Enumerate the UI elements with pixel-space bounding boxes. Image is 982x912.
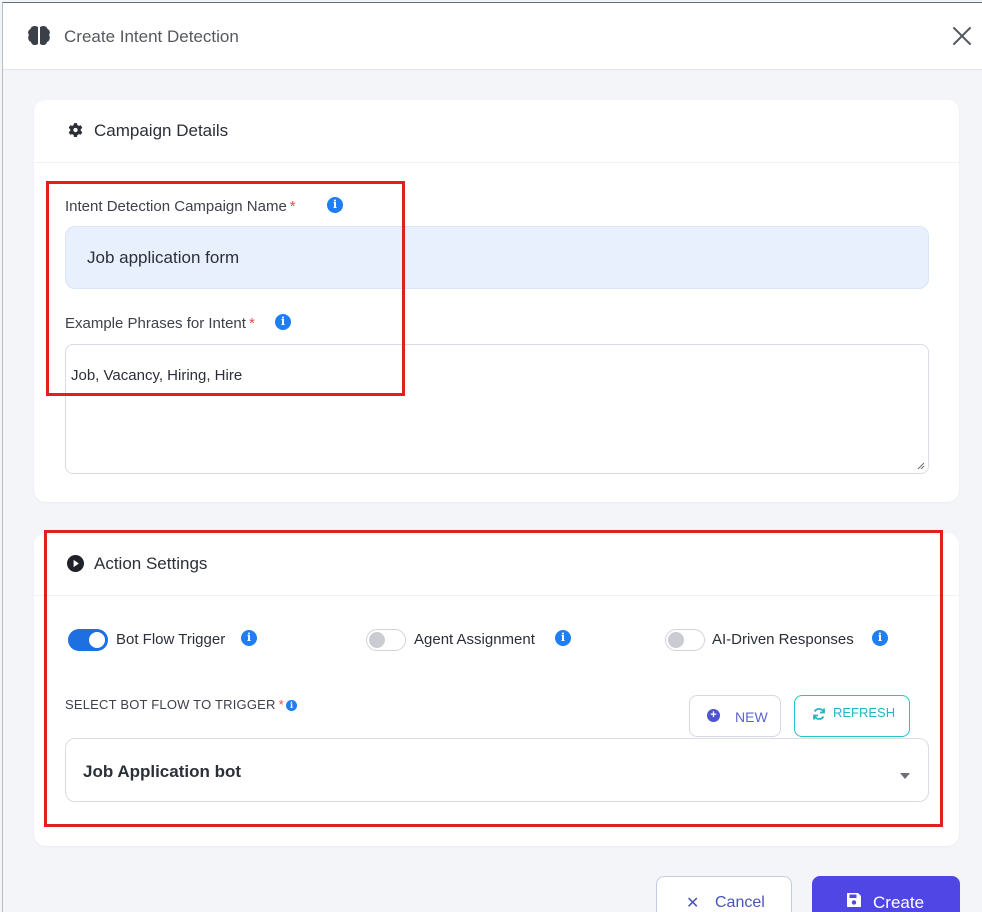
close-icon: ✕ [686, 895, 700, 912]
save-icon [847, 893, 861, 907]
create-button[interactable]: Create [812, 876, 960, 912]
chevron-down-icon [900, 773, 910, 779]
create-intent-modal: Create Intent Detection Campaign Details… [2, 2, 982, 912]
example-phrases-label-text: Example Phrases for Intent [65, 315, 246, 332]
bot-flow-trigger-toggle[interactable] [68, 629, 108, 651]
info-icon[interactable]: i [555, 630, 571, 646]
selected-bot-flow: Job Application bot [83, 762, 242, 781]
bot-flow-trigger-label: Bot Flow Trigger [116, 631, 226, 648]
refresh-button-label: REFRESH [833, 705, 896, 720]
info-icon[interactable]: i [275, 314, 291, 330]
info-icon[interactable]: i [241, 630, 257, 646]
cancel-button[interactable]: ✕ Cancel [656, 876, 792, 912]
refresh-button[interactable]: REFRESH [794, 695, 910, 737]
example-phrases-textarea[interactable]: Job, Vacancy, Hiring, Hire [65, 344, 929, 474]
bot-flow-select[interactable]: Job Application bot [65, 738, 929, 802]
refresh-icon [813, 708, 825, 720]
gear-icon [68, 123, 83, 137]
toggle-knob [89, 632, 105, 648]
modal-title: Create Intent Detection [64, 27, 239, 46]
select-bot-flow-label: SELECT BOT FLOW TO TRIGGER * [65, 697, 284, 712]
info-icon[interactable]: i [327, 197, 343, 213]
action-settings-card: Action Settings Bot Flow Trigger i Agent… [34, 533, 959, 846]
brain-icon [28, 25, 50, 46]
resize-handle-icon[interactable] [917, 462, 925, 470]
ai-driven-responses-label: AI-Driven Responses [712, 631, 854, 648]
agent-assignment-label: Agent Assignment [414, 631, 535, 648]
toggle-knob [668, 632, 684, 648]
action-settings-header: Action Settings [34, 533, 959, 596]
plus-circle-icon: + [707, 709, 720, 722]
campaign-name-label-text: Intent Detection Campaign Name [65, 198, 287, 215]
campaign-name-label: Intent Detection Campaign Name * [65, 198, 296, 215]
new-bot-flow-button[interactable]: + NEW [689, 695, 781, 737]
info-icon[interactable]: i [286, 700, 297, 711]
toggle-knob [369, 632, 385, 648]
close-icon[interactable] [951, 25, 973, 47]
agent-assignment-toggle[interactable] [366, 629, 406, 651]
campaign-details-title: Campaign Details [94, 121, 229, 140]
cancel-button-label: Cancel [715, 894, 765, 911]
campaign-details-card: Campaign Details Intent Detection Campai… [34, 100, 959, 502]
create-button-label: Create [873, 893, 925, 912]
example-phrases-label: Example Phrases for Intent * [65, 315, 255, 332]
required-mark: * [248, 315, 255, 332]
modal-header: Create Intent Detection [3, 3, 982, 70]
action-settings-title: Action Settings [94, 554, 208, 573]
play-circle-icon [67, 555, 84, 572]
campaign-name-input[interactable]: Job application form [65, 226, 929, 289]
required-mark: * [278, 697, 284, 712]
new-button-label: NEW [735, 709, 768, 725]
required-mark: * [289, 198, 296, 215]
select-bot-flow-label-text: SELECT BOT FLOW TO TRIGGER [65, 697, 276, 712]
info-icon[interactable]: i [872, 630, 888, 646]
campaign-details-header: Campaign Details [34, 100, 959, 163]
ai-driven-responses-toggle[interactable] [665, 629, 705, 651]
example-phrases-value: Job, Vacancy, Hiring, Hire [71, 367, 243, 384]
